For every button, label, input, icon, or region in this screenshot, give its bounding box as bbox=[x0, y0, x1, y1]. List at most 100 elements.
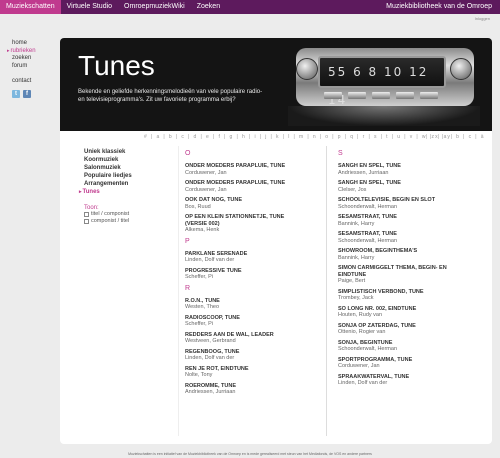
tune-author: Bannink, Harry bbox=[338, 220, 375, 227]
tune-author: Corduwener, Jan bbox=[338, 363, 380, 369]
list-item[interactable]: OOK DAT NOG, TUNE Bos, Ruud bbox=[185, 197, 303, 210]
radio-shadow-base bbox=[288, 106, 480, 126]
tune-author: Schoonderwalt, Herman bbox=[338, 237, 398, 244]
tune-author: Scheffer, Pi bbox=[185, 321, 214, 327]
list-item[interactable]: SESAMSTRAAT, TUNE Schoonderwalt, Herman bbox=[338, 231, 456, 244]
tune-author: Westveen, Gerbrand bbox=[185, 338, 236, 344]
list-item[interactable]: REGENBOOG, TUNE Linden, Dolf van der bbox=[185, 349, 303, 362]
tab-omroepmuziekwiki[interactable]: OmroepmuziekWiki bbox=[118, 0, 191, 14]
list-item[interactable]: SPRAAKWATERVAL, TUNE Linden, Dolf van der bbox=[338, 374, 456, 387]
list-item[interactable]: SESAMSTRAAT, TUNE Bannink, Harry bbox=[338, 214, 456, 227]
footer-text: Muziekschatten is een initiatief van de … bbox=[128, 452, 372, 456]
list-item[interactable]: REN JE ROT, EINDTUNE Nolte, Tony bbox=[185, 366, 303, 379]
tune-author: Scheffer, Pi bbox=[185, 274, 214, 280]
column-divider bbox=[178, 146, 179, 436]
tune-author: Bos, Ruud bbox=[185, 203, 211, 210]
tune-author: Andriessen, Jurriaan bbox=[338, 169, 389, 176]
list-item[interactable]: PROGRESSIVE TUNE Scheffer, Pi bbox=[185, 268, 303, 281]
tune-author: Westen, Theo bbox=[185, 304, 220, 310]
list-item[interactable]: SONJA OP ZATERDAG, TUNE Ottenio, Rogier v… bbox=[338, 323, 456, 336]
letter-heading: P bbox=[185, 237, 190, 245]
main-panel: Tunes Bekende en geliefde herkenningsmel… bbox=[60, 38, 492, 444]
option-titel-componist[interactable]: titel / componist bbox=[84, 211, 176, 218]
list-item[interactable]: SANGH EN SPEL, TUNE Andriessen, Jurriaan bbox=[338, 163, 456, 176]
option-componist-titel[interactable]: componist / titel bbox=[84, 218, 176, 225]
top-navigation-bar: Muziekschatten Virtuele Studio Omroepmuz… bbox=[0, 0, 500, 14]
tab-virtuele-studio[interactable]: Virtuele Studio bbox=[61, 0, 118, 14]
category-populaire-liedjes[interactable]: Populaire liedjes bbox=[84, 172, 176, 180]
tune-author: Linden, Dolf van der bbox=[185, 355, 235, 361]
checkbox[interactable] bbox=[84, 212, 89, 217]
list-item[interactable]: SCHOOLTELEVISIE, BEGIN EN SLOT Schoonderw… bbox=[338, 197, 456, 210]
list-item[interactable]: OP EEN KLEIN STATIONNETJE, TUNE (VERSIE … bbox=[185, 214, 303, 234]
sidebar-item-rubrieken[interactable]: rubrieken bbox=[11, 48, 60, 56]
list-item[interactable]: SO LONG NR. 002, EINDTUNE Houten, Rudy va… bbox=[338, 306, 456, 319]
list-item[interactable]: SANGH EN SPEL, TUNE Clelser, Jos bbox=[338, 180, 456, 193]
tune-title-link[interactable]: SIMON CARMIGGELT THEMA, BEGIN- EN EINDTU… bbox=[338, 265, 456, 278]
login-link[interactable]: Inloggen bbox=[475, 16, 490, 21]
tab-muziekschatten[interactable]: Muziekschatten bbox=[0, 0, 61, 14]
page-description: Bekende en geliefde herkenningsmelodieën… bbox=[78, 89, 263, 103]
letter-heading: S bbox=[338, 150, 343, 157]
checkbox[interactable] bbox=[84, 219, 89, 224]
category-salonmuziek[interactable]: Salonmuziek bbox=[84, 164, 176, 172]
sidebar-item-forum[interactable]: forum bbox=[12, 63, 60, 71]
list-item[interactable]: R.O.N., TUNE Westen, Theo bbox=[185, 298, 303, 311]
alphabet-index-end[interactable]: | z | a | b | c | ä bbox=[426, 134, 485, 140]
sidebar-item-zoeken[interactable]: zoeken bbox=[12, 55, 60, 63]
category-tunes[interactable]: Tunes bbox=[83, 188, 176, 196]
list-item[interactable]: PARKLANE SERENADE Linden, Dolf van der bbox=[185, 251, 303, 264]
letter-heading: O bbox=[185, 150, 191, 157]
tune-author: Clelser, Jos bbox=[338, 186, 367, 193]
radio-preset-buttons bbox=[324, 92, 438, 99]
list-item[interactable]: SPORTPROGRAMMA, TUNE Corduwener, Jan bbox=[338, 357, 456, 370]
category-arrangementen[interactable]: Arrangementen bbox=[84, 180, 176, 188]
list-item[interactable]: ONDER MOEDERS PARAPLUIE, TUNE Corduwener,… bbox=[185, 180, 303, 193]
radio-preset-button bbox=[396, 92, 414, 99]
tune-author: Houten, Rudy van bbox=[338, 312, 383, 318]
list-item[interactable]: SIMON CARMIGGELT THEMA, BEGIN- EN EINDTU… bbox=[338, 265, 456, 285]
page-title: Tunes bbox=[78, 50, 155, 81]
list-item[interactable]: RADIOSCOOP, TUNE Scheffer, Pi bbox=[185, 315, 303, 328]
letter-heading: R bbox=[185, 284, 191, 292]
radio-dial-display: 55 6 8 10 12 14 bbox=[318, 56, 446, 107]
tunes-column-left: O ONDER MOEDERS PARAPLUIE, TUNE Corduwener… bbox=[185, 148, 303, 400]
tab-zoeken[interactable]: Zoeken bbox=[191, 0, 226, 14]
tune-author: Linden, Dolf van der bbox=[338, 380, 388, 386]
list-item[interactable]: SHOWROOM, BEGINTHEMA'S Bannink, Harry bbox=[338, 248, 456, 261]
tune-author: Linden, Dolf van der bbox=[185, 257, 235, 263]
tune-author: Corduwener, Jan bbox=[185, 169, 227, 176]
tune-title-link[interactable]: OP EEN KLEIN STATIONNETJE, TUNE (VERSIE … bbox=[185, 214, 303, 227]
list-item[interactable]: REDDERS AAN DE WAL, LEADER Westveen, Gerb… bbox=[185, 332, 303, 345]
list-item[interactable]: ROEROMME, TUNE Andriessen, Jurriaan bbox=[185, 383, 303, 396]
radio-right-knob bbox=[450, 58, 472, 80]
list-item[interactable]: ONDER MOEDERS PARAPLUIE, TUNE Corduwener,… bbox=[185, 163, 303, 176]
header-banner: Tunes Bekende en geliefde herkenningsmel… bbox=[60, 38, 492, 131]
twitter-icon[interactable]: t bbox=[12, 89, 20, 98]
social-links: t f bbox=[12, 89, 60, 98]
list-item[interactable]: SIMPLISTISCH VERBOND, TUNE Trombey, Jack bbox=[338, 289, 456, 302]
category-koormuziek[interactable]: Koormuziek bbox=[84, 156, 176, 164]
tune-author: Andriessen, Jurriaan bbox=[185, 389, 236, 395]
list-item[interactable]: SONJA, BEGINTUNE Schoonderwalt, Herman bbox=[338, 340, 456, 353]
tune-author: Schoonderwalt, Herman bbox=[338, 346, 398, 352]
tune-author: Alkema, Henk bbox=[185, 227, 220, 233]
tune-author: Schoonderwalt, Herman bbox=[338, 203, 398, 210]
sidebar-item-contact[interactable]: contact bbox=[12, 78, 60, 86]
option-label: titel / componist bbox=[91, 211, 130, 217]
site-brand-link[interactable]: Muziekbibliotheek van de Omroep bbox=[378, 0, 500, 14]
tune-author: Bannink, Harry bbox=[338, 254, 375, 261]
category-uniek-klassiek[interactable]: Uniek klassiek bbox=[84, 148, 176, 156]
tune-author: Corduwener, Jan bbox=[185, 186, 227, 193]
alphabet-index[interactable]: # | a | b | c | d | e | f | g | h | i | … bbox=[144, 134, 451, 140]
tune-author: Trombey, Jack bbox=[338, 295, 374, 301]
tune-author: Ottenio, Rogier van bbox=[338, 329, 386, 335]
facebook-icon[interactable]: f bbox=[23, 89, 31, 98]
column-divider bbox=[326, 146, 327, 436]
tune-author: Nolte, Tony bbox=[185, 372, 213, 378]
car-radio-illustration: 55 6 8 10 12 14 bbox=[288, 42, 480, 130]
radio-preset-button bbox=[348, 92, 366, 99]
sidebar-item-home[interactable]: home bbox=[12, 40, 60, 48]
